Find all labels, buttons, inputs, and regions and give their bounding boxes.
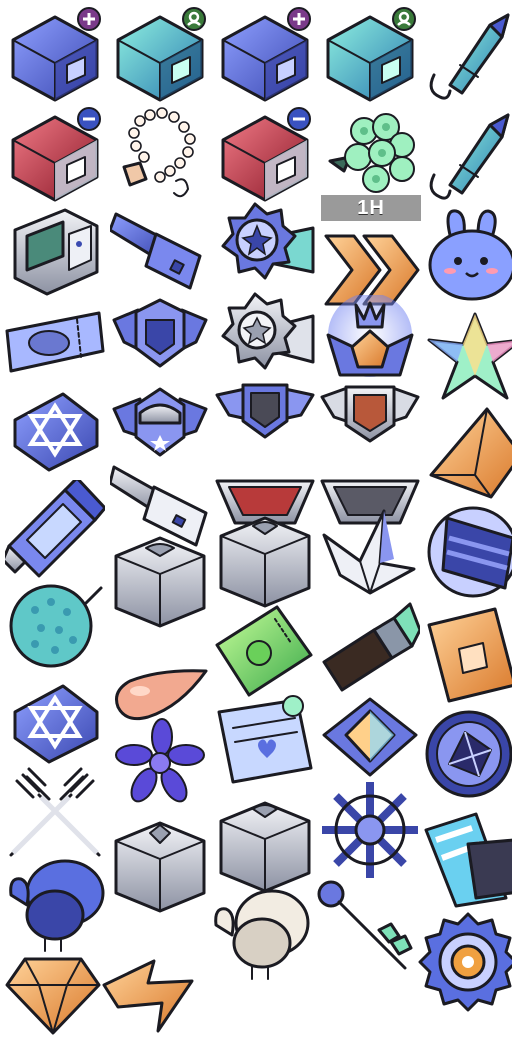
cube-chest-blue-plus-icon bbox=[5, 5, 105, 105]
flower-bouquet-icon bbox=[320, 105, 420, 205]
crystal-coin-icon bbox=[425, 710, 512, 810]
spiky-ball-icon bbox=[5, 570, 105, 670]
cube-chest-red-minus-icon bbox=[5, 105, 105, 205]
icon-sprite-sheet: 1H bbox=[0, 0, 512, 1035]
arcade-machine-icon bbox=[5, 200, 105, 300]
paper-crane-icon bbox=[320, 505, 420, 605]
crossed-forks-icon bbox=[5, 765, 105, 865]
gear-target-icon bbox=[418, 912, 512, 1012]
cube-chest-blue-upgrade-icon bbox=[320, 5, 420, 105]
magic-triangle-sigil-icon bbox=[5, 380, 105, 480]
supply-crate-icon bbox=[215, 795, 315, 895]
chocolate-bar-icon bbox=[420, 810, 512, 910]
orange-gem-icon bbox=[5, 945, 105, 1045]
magic-triangle-sigil-icon bbox=[5, 672, 105, 772]
cube-chest-blue-upgrade-icon bbox=[215, 5, 315, 105]
turkey-blue-icon bbox=[5, 855, 105, 955]
usb-key-icon bbox=[110, 200, 210, 300]
firework-rocket-teal-icon bbox=[420, 5, 512, 105]
supply-crate-icon bbox=[215, 510, 315, 610]
supply-crate-icon bbox=[110, 530, 210, 630]
key-icon bbox=[315, 880, 415, 980]
fist-card-icon bbox=[425, 605, 512, 705]
pyramid-gem-icon bbox=[425, 405, 512, 505]
bunny-jelly-icon bbox=[420, 205, 512, 305]
violet-flower-icon bbox=[110, 715, 210, 815]
star-badge-ribbon-icon bbox=[215, 200, 315, 300]
turkey-white-icon bbox=[210, 885, 310, 985]
cake-slice-icon bbox=[425, 500, 512, 600]
lightning-bolt-icon bbox=[100, 945, 200, 1045]
love-letter-icon bbox=[215, 690, 315, 790]
timer-badge: 1H bbox=[321, 195, 421, 221]
crystal-star-icon bbox=[425, 310, 512, 410]
firework-rocket-teal-icon bbox=[420, 105, 512, 205]
ship-wheel-icon bbox=[320, 780, 420, 880]
cube-chest-red-minus-icon bbox=[215, 105, 315, 205]
cube-chest-teal-upgrade-icon bbox=[110, 5, 210, 105]
battery-capsule-icon bbox=[5, 480, 105, 580]
diamond-crate-icon bbox=[110, 815, 210, 915]
prayer-beads-icon bbox=[110, 105, 210, 205]
lipstick-icon bbox=[320, 600, 420, 700]
